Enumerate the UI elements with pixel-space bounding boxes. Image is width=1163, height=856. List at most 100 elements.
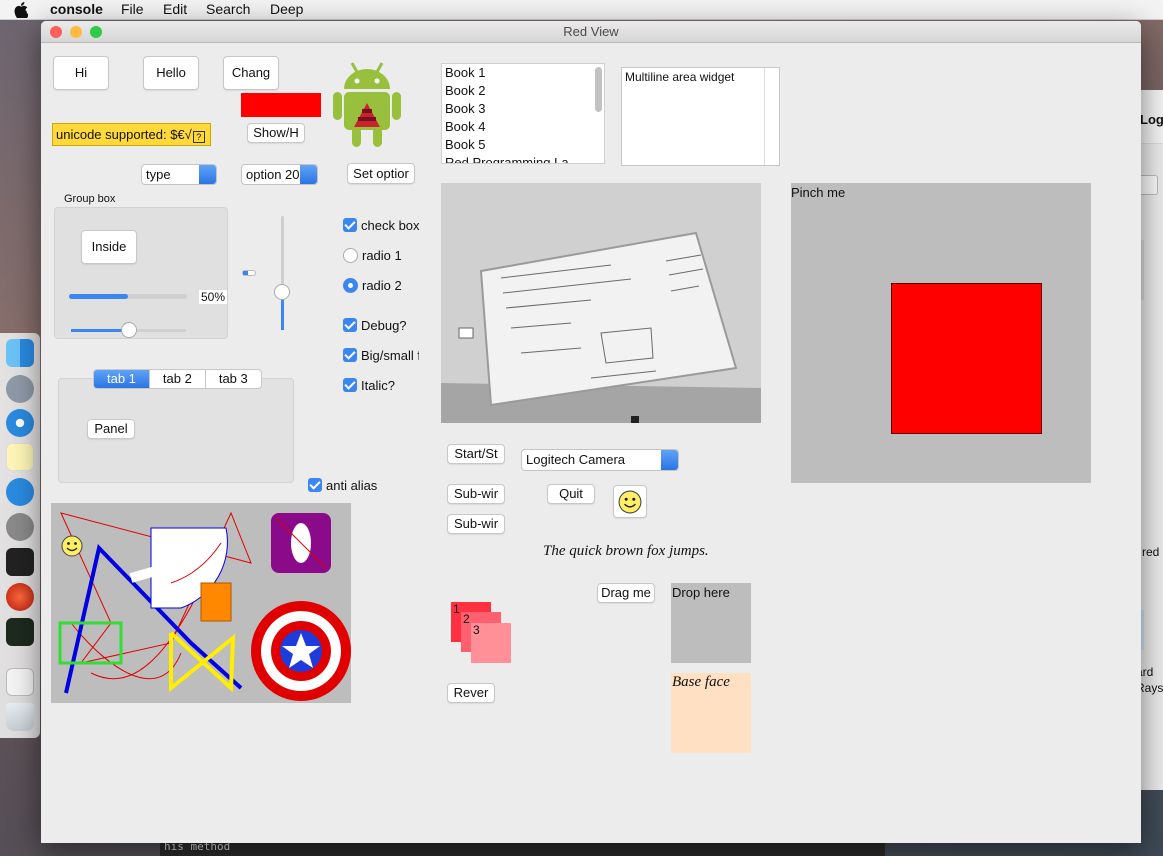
menu-edit[interactable]: Edit bbox=[163, 1, 187, 17]
app-store-icon[interactable] bbox=[6, 478, 34, 506]
smiley-button[interactable] bbox=[613, 485, 647, 518]
panel-button[interactable]: Panel bbox=[87, 419, 135, 439]
tab-bar: tab 1 tab 2 tab 3 bbox=[93, 369, 262, 389]
inside-button[interactable]: Inside bbox=[81, 230, 137, 264]
unicode-label-text: unicode supported: $€√ bbox=[56, 127, 192, 142]
vertical-slider[interactable] bbox=[274, 216, 290, 330]
radio-1[interactable]: radio 1 bbox=[343, 248, 402, 263]
stack-square-3[interactable]: 3 bbox=[471, 623, 511, 663]
camera-select[interactable]: Logitech Camera bbox=[521, 449, 679, 471]
slider-handle[interactable] bbox=[120, 322, 137, 338]
system-preferences-icon[interactable] bbox=[6, 513, 34, 541]
radio-on-icon bbox=[343, 278, 358, 293]
drop-zone[interactable]: Drop here bbox=[671, 583, 751, 663]
radio-2[interactable]: radio 2 bbox=[343, 278, 402, 293]
italic-checkbox[interactable]: Italic? bbox=[343, 378, 395, 393]
camera-view bbox=[441, 183, 761, 423]
pinch-red-square[interactable] bbox=[891, 283, 1042, 434]
big-small-checkbox[interactable]: Big/small f bbox=[343, 348, 419, 363]
horizontal-slider[interactable] bbox=[71, 322, 186, 338]
apple-menu-icon[interactable] bbox=[14, 2, 29, 20]
document-icon[interactable] bbox=[6, 668, 34, 696]
trash-icon[interactable] bbox=[6, 703, 34, 731]
stack-label: 1 bbox=[453, 602, 460, 616]
draw-canvas[interactable] bbox=[51, 503, 351, 703]
macos-dock bbox=[0, 333, 40, 738]
base-face-label: Base face bbox=[672, 674, 730, 690]
console-icon[interactable] bbox=[6, 618, 34, 646]
zoom-window-icon[interactable] bbox=[90, 26, 102, 38]
option-select[interactable]: option 20 bbox=[241, 164, 318, 185]
pinch-label: Pinch me bbox=[791, 185, 846, 200]
finder-icon[interactable] bbox=[6, 339, 34, 367]
type-select[interactable]: type bbox=[141, 164, 217, 185]
progress-fill bbox=[69, 294, 128, 299]
change-button[interactable]: Chang bbox=[223, 56, 279, 90]
reverse-button[interactable]: Rever bbox=[447, 683, 495, 703]
base-face-box: Base face bbox=[671, 673, 751, 753]
background-label-red: red bbox=[1142, 545, 1160, 559]
anti-alias-checkbox[interactable]: anti alias bbox=[308, 478, 377, 493]
launchpad-icon[interactable] bbox=[6, 375, 34, 403]
list-item[interactable]: Book 2 bbox=[442, 82, 604, 100]
chevron-down-icon bbox=[661, 450, 678, 470]
multiline-area[interactable]: Multiline area widget bbox=[621, 67, 780, 166]
check-box[interactable]: check box bbox=[343, 218, 420, 233]
progress-text: 50% bbox=[199, 290, 227, 304]
book-list[interactable]: Book 1 Book 2 Book 3 Book 4 Book 5 Red P… bbox=[441, 63, 605, 164]
drag-me-button[interactable]: Drag me bbox=[597, 583, 655, 603]
window-title: Red View bbox=[563, 24, 619, 39]
multiline-text: Multiline area widget bbox=[625, 70, 735, 84]
sub-window-button-2[interactable]: Sub-wir bbox=[447, 514, 505, 534]
checkbox-checked-icon bbox=[343, 318, 357, 332]
debug-checkbox[interactable]: Debug? bbox=[343, 318, 407, 333]
safari-icon[interactable] bbox=[6, 409, 34, 437]
group-box-title: Group box bbox=[64, 193, 116, 205]
drop-zone-label: Drop here bbox=[672, 585, 730, 600]
menu-deep[interactable]: Deep bbox=[270, 1, 303, 17]
list-scrollbar[interactable] bbox=[595, 67, 602, 112]
sub-window-button-1[interactable]: Sub-wir bbox=[447, 484, 505, 504]
fox-text: The quick brown fox jumps. bbox=[543, 543, 709, 559]
quit-button[interactable]: Quit bbox=[547, 484, 595, 504]
red-view-window: Red View Hi Hello Chang Show/H unicode s… bbox=[41, 21, 1141, 843]
list-item[interactable]: Book 3 bbox=[442, 100, 604, 118]
progress-bar bbox=[69, 294, 187, 299]
hi-button[interactable]: Hi bbox=[53, 56, 109, 90]
notes-icon[interactable] bbox=[6, 443, 34, 471]
background-label-log: Log bbox=[1140, 112, 1163, 127]
chevron-down-icon bbox=[300, 165, 317, 184]
terminal-icon[interactable] bbox=[6, 548, 34, 576]
set-option-button[interactable]: Set optior bbox=[347, 163, 415, 184]
red-apple-icon[interactable] bbox=[6, 583, 34, 611]
menu-file[interactable]: File bbox=[121, 1, 144, 17]
start-stop-button[interactable]: Start/St bbox=[447, 444, 505, 464]
tab-panel: Panel bbox=[58, 378, 294, 483]
small-toggle[interactable] bbox=[242, 270, 256, 276]
menubar-app-name[interactable]: console bbox=[50, 1, 103, 17]
list-item[interactable]: Book 5 bbox=[442, 136, 604, 154]
check-box-label: check box bbox=[361, 218, 420, 233]
minimize-window-icon[interactable] bbox=[70, 26, 82, 38]
list-item[interactable]: Book 1 bbox=[442, 64, 604, 82]
stack-label: 3 bbox=[473, 623, 480, 637]
radio-2-label: radio 2 bbox=[362, 278, 402, 293]
tab-3[interactable]: tab 3 bbox=[206, 370, 261, 388]
radio-off-icon bbox=[343, 248, 358, 263]
vertical-slider-handle[interactable] bbox=[274, 284, 290, 301]
hello-button[interactable]: Hello bbox=[143, 56, 199, 90]
list-item[interactable]: Red Programming La bbox=[442, 154, 604, 163]
italic-label: Italic? bbox=[361, 378, 395, 393]
tab-1[interactable]: tab 1 bbox=[94, 370, 150, 388]
macos-menubar: console File Edit Search Deep bbox=[0, 0, 1163, 20]
list-item[interactable]: Book 4 bbox=[442, 118, 604, 136]
checkbox-checked-icon bbox=[343, 378, 357, 392]
anti-alias-label: anti alias bbox=[326, 478, 378, 493]
camera-select-value: Logitech Camera bbox=[526, 452, 625, 467]
tab-2[interactable]: tab 2 bbox=[150, 370, 206, 388]
pinch-area[interactable]: Pinch me bbox=[791, 183, 1091, 483]
close-window-icon[interactable] bbox=[50, 26, 62, 38]
menu-search[interactable]: Search bbox=[206, 1, 250, 17]
show-hide-button[interactable]: Show/H bbox=[247, 123, 305, 143]
checkbox-checked-icon bbox=[343, 218, 357, 232]
